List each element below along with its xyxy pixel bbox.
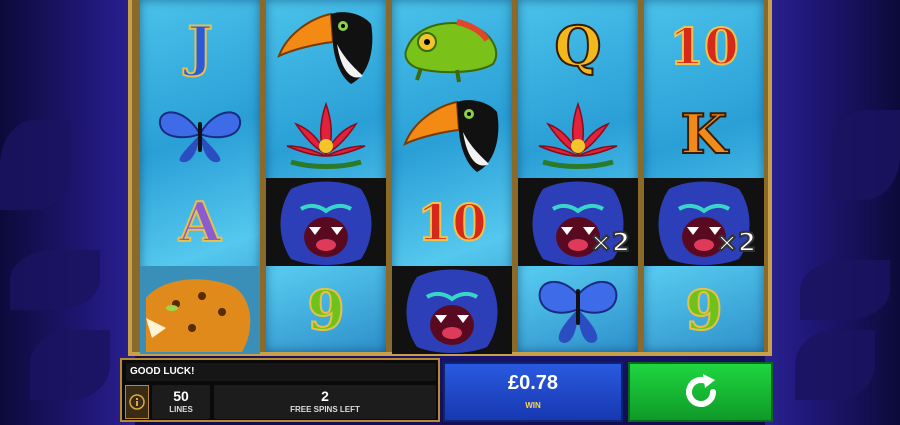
a-symbol-icon: A [178, 189, 222, 255]
gorilla-icon [280, 181, 372, 265]
lines-value: 50 [173, 388, 189, 404]
free-spins-display: 2 FREE SPINS LEFT [214, 385, 436, 419]
symbol-lotus [266, 90, 386, 178]
symbol-butterfly [140, 90, 260, 178]
lines-display: 50 LINES [152, 385, 210, 419]
symbol-lotus [518, 90, 638, 178]
reel-area: J A 9 10 Q ×2 10 K ×2 9 [128, 0, 772, 356]
jaguar-icon [146, 279, 251, 352]
reel-3: 10 [392, 0, 512, 354]
q-symbol-icon: Q [553, 13, 602, 79]
lotus-icon [538, 101, 618, 169]
reel-4: Q ×2 [518, 0, 638, 352]
win-label: WIN [525, 401, 541, 410]
leaf-decoration [10, 250, 100, 310]
lines-label: LINES [169, 405, 193, 414]
symbol-9: 9 [266, 266, 386, 354]
jungle-background-left [0, 0, 135, 425]
multiplier-badge: ×2 [589, 227, 631, 259]
symbol-10: 10 [644, 2, 764, 90]
status-message: GOOD LUCK! [126, 363, 436, 381]
symbol-a: A [140, 178, 260, 266]
gorilla-icon [406, 269, 498, 353]
nine-symbol-icon: 9 [306, 277, 346, 343]
paytable-button[interactable] [125, 385, 149, 419]
symbol-9: 9 [644, 266, 764, 354]
toucan-icon [403, 100, 499, 172]
ten-symbol-icon: 10 [416, 192, 488, 253]
symbol-k: K [644, 90, 764, 178]
symbol-q: Q [518, 2, 638, 90]
lotus-icon [286, 101, 366, 169]
symbol-toucan [266, 2, 386, 90]
symbol-10: 10 [392, 178, 512, 266]
leaf-decoration [0, 120, 70, 210]
refresh-icon [685, 374, 716, 407]
win-amount: £0.78 [507, 372, 559, 394]
win-display: £0.78 WIN [443, 362, 623, 422]
multiplier-badge: ×2 [715, 227, 757, 259]
symbol-toucan [392, 90, 512, 178]
nine-symbol-icon: 9 [684, 277, 724, 343]
reel-2: 9 [266, 0, 386, 352]
j-symbol-icon: J [186, 13, 214, 79]
symbol-gorilla-multiplier: ×2 [518, 178, 638, 266]
symbol-jaguar [140, 266, 260, 354]
toucan-icon [277, 12, 373, 85]
symbol-butterfly [518, 266, 638, 354]
symbol-gorilla-multiplier: ×2 [644, 178, 764, 266]
free-spins-label: FREE SPINS LEFT [290, 405, 360, 414]
info-icon [129, 394, 145, 410]
symbol-gorilla [266, 178, 386, 266]
jungle-background-right [765, 0, 900, 425]
symbol-gorilla [392, 266, 512, 354]
ten-symbol-icon: 10 [668, 16, 740, 77]
control-panel: GOOD LUCK! 50 LINES 2 FREE SPINS LEFT [120, 358, 440, 422]
butterfly-icon [538, 280, 618, 343]
free-spins-value: 2 [321, 388, 329, 404]
reel-1: J A [140, 0, 260, 354]
symbol-chameleon [392, 2, 512, 90]
chameleon-icon [404, 19, 498, 83]
k-symbol-icon: K [680, 101, 729, 167]
leaf-decoration [830, 110, 900, 200]
spin-button[interactable] [628, 362, 773, 422]
leaf-decoration [800, 260, 890, 320]
leaf-decoration [30, 330, 110, 400]
reel-5: 10 K ×2 9 [644, 0, 764, 352]
symbol-j: J [140, 2, 260, 90]
butterfly-icon [158, 111, 242, 163]
leaf-decoration [795, 330, 875, 400]
